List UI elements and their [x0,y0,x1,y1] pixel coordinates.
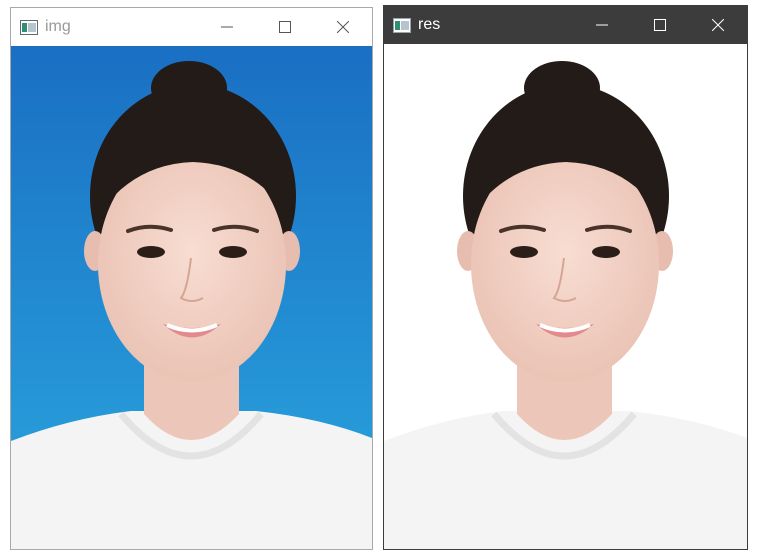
maximize-button[interactable] [631,6,689,44]
close-icon [712,19,724,31]
window-res: res [383,5,748,550]
window-title: res [418,16,441,33]
maximize-icon [279,21,291,33]
image-canvas [384,44,747,549]
window-img: img [10,7,373,550]
titlebar[interactable]: res [384,6,747,44]
portrait-photo [11,46,372,549]
minimize-button[interactable] [573,6,631,44]
window-title: img [45,18,71,35]
titlebar[interactable]: img [11,8,372,46]
close-icon [337,21,349,33]
minimize-icon [596,24,608,26]
minimize-icon [221,26,233,28]
minimize-button[interactable] [198,8,256,46]
opencv-window-icon [393,17,411,33]
close-button[interactable] [314,8,372,46]
image-canvas [11,46,372,549]
opencv-window-icon [20,19,38,35]
portrait-photo [384,44,747,549]
close-button[interactable] [689,6,747,44]
maximize-icon [654,19,666,31]
maximize-button[interactable] [256,8,314,46]
